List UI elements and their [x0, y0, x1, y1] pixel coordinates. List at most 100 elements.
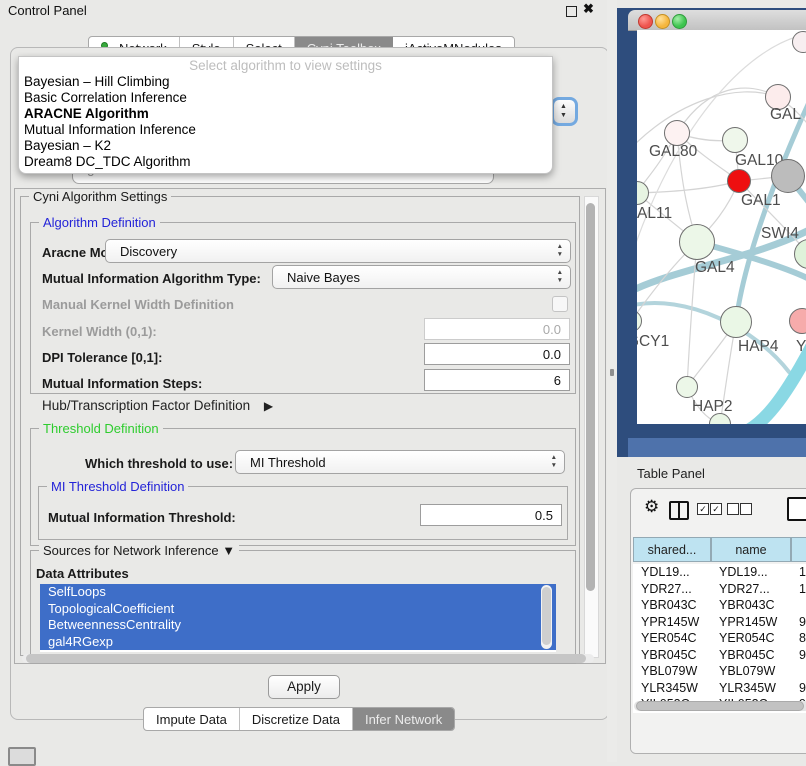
kernel-width-input[interactable] — [424, 318, 570, 340]
collapse-arrow-icon[interactable]: ▼ — [222, 543, 235, 558]
dropdown-item[interactable]: Basic Correlation Inference — [19, 90, 552, 106]
document-icon[interactable] — [787, 497, 806, 521]
table-cell[interactable]: YBL079W — [719, 663, 791, 680]
close-window-icon[interactable] — [638, 14, 653, 29]
table-cell[interactable]: YBR043C — [719, 597, 791, 614]
window-frame-bottom — [628, 438, 806, 457]
table-panel: Table Panel ⚙ ✓ ✓ shared...nameYDL19...Y… — [617, 457, 806, 762]
column-header[interactable]: name — [711, 537, 791, 562]
attribute-item-selected[interactable]: TopologicalCoefficient — [40, 601, 556, 618]
checked-checkbox-icon[interactable]: ✓ — [697, 503, 709, 515]
algorithm-combobox-stepper[interactable]: ▲ ▼ — [551, 97, 578, 126]
node-label: GAL11 — [637, 205, 672, 223]
table-row[interactable]: YBR045C YBR045C 9. — [633, 647, 806, 664]
table-footer — [631, 713, 806, 753]
table-cell[interactable]: YER054C — [719, 630, 791, 647]
network-node-gal1[interactable] — [727, 169, 751, 193]
attributes-scrollbar[interactable] — [541, 585, 552, 649]
dropdown-item[interactable]: Bayesian – K2 — [19, 138, 552, 154]
table-cell[interactable]: YBR043C — [641, 597, 711, 614]
mi-type-combobox[interactable]: Naive Bayes ▲▼ — [272, 265, 571, 289]
expand-arrow-icon[interactable]: ▶ — [264, 399, 273, 413]
table-cell[interactable]: YPR145W — [719, 614, 791, 631]
table-cell[interactable]: 13 — [799, 564, 806, 581]
unchecked-checkbox-icon[interactable] — [727, 503, 739, 515]
table-cell[interactable] — [799, 663, 806, 680]
network-node[interactable] — [771, 159, 805, 193]
apply-button[interactable]: Apply — [268, 675, 340, 699]
table-row[interactable]: YDR27... YDR27... 12 — [633, 581, 806, 598]
table-cell[interactable]: YDL19... — [719, 564, 791, 581]
float-panel-icon[interactable] — [566, 6, 577, 17]
table-cell[interactable]: 12 — [799, 581, 806, 598]
attribute-item-selected[interactable]: BetweennessCentrality — [40, 617, 556, 634]
table-cell[interactable]: YER054C — [641, 630, 711, 647]
minimize-window-icon[interactable] — [655, 14, 670, 29]
table-cell[interactable]: YPR145W — [641, 614, 711, 631]
dropdown-item[interactable]: Dream8 DC_TDC Algorithm — [19, 154, 552, 170]
tab-impute-data[interactable]: Impute Data — [144, 708, 240, 730]
mi-steps-input[interactable] — [424, 369, 570, 391]
table-cell[interactable]: 9. — [799, 680, 806, 697]
table-cell[interactable]: YDL19... — [641, 564, 711, 581]
network-node-hap4[interactable] — [720, 306, 752, 338]
table-cell[interactable]: YDR27... — [641, 581, 711, 598]
table-cell[interactable]: 9. — [799, 614, 806, 631]
attribute-item-selected[interactable]: SelfLoops — [40, 584, 556, 601]
network-edge — [677, 88, 778, 133]
tab-infer-network[interactable]: Infer Network — [353, 708, 454, 730]
table-cell[interactable]: YDR27... — [719, 581, 791, 598]
mi-threshold-label: Mutual Information Threshold: — [48, 510, 236, 525]
splitter-grip-icon — [610, 369, 614, 376]
table-cell[interactable]: 9. — [799, 647, 806, 664]
manual-kernel-checkbox[interactable] — [552, 296, 568, 312]
table-cell[interactable]: YBR045C — [719, 647, 791, 664]
table-cell[interactable]: 8. — [799, 630, 806, 647]
network-node-hap2[interactable] — [676, 376, 698, 398]
dpi-tolerance-input[interactable] — [424, 343, 570, 365]
columns-icon[interactable] — [669, 501, 689, 520]
aracne-mode-combobox[interactable]: Discovery ▲▼ — [105, 239, 571, 263]
close-panel-icon[interactable]: ✖ — [583, 1, 594, 17]
settings-vertical-scrollbar[interactable] — [584, 196, 599, 658]
tab-discretize-data[interactable]: Discretize Data — [240, 708, 353, 730]
attribute-item-selected[interactable]: gal4RGexp — [40, 634, 556, 651]
zoom-window-icon[interactable] — [672, 14, 687, 29]
gear-icon[interactable]: ⚙ — [644, 497, 659, 517]
table-row[interactable]: YDL19... YDL19... 13 — [633, 564, 806, 581]
mi-threshold-input[interactable] — [420, 504, 562, 526]
table-row[interactable]: YBL079W YBL079W — [633, 663, 806, 680]
table-row[interactable]: YER054C YER054C 8. — [633, 630, 806, 647]
column-header[interactable]: shared... — [633, 537, 711, 562]
node-label: GCY1 — [637, 333, 669, 351]
table-cell[interactable]: YLR345W — [719, 680, 791, 697]
dropdown-item[interactable]: Bayesian – Hill Climbing — [19, 74, 552, 90]
checked-checkbox-icon[interactable]: ✓ — [710, 503, 722, 515]
which-threshold-combobox[interactable]: MI Threshold ▲▼ — [235, 450, 565, 474]
table-horizontal-scrollbar[interactable] — [634, 701, 806, 711]
mi-type-label: Mutual Information Algorithm Type: — [42, 271, 261, 286]
panel-splitter[interactable] — [607, 0, 617, 762]
settings-horizontal-scrollbar[interactable] — [22, 654, 594, 663]
dropdown-item[interactable]: ARACNE Algorithm — [19, 106, 552, 122]
table-cell[interactable]: YBR045C — [641, 647, 711, 664]
hub-definition-expander[interactable]: Hub/Transcription Factor Definition ▶ — [42, 398, 273, 413]
node-label: HAP4 — [738, 338, 779, 356]
table-cell[interactable]: YBL079W — [641, 663, 711, 680]
network-window-titlebar[interactable] — [628, 10, 806, 31]
node-label: Y — [796, 338, 806, 356]
network-node-gal10[interactable] — [722, 127, 748, 153]
algorithm-dropdown-popup: Select algorithm to view settings Bayesi… — [18, 56, 553, 174]
dropdown-item[interactable]: Mutual Information Inference — [19, 122, 552, 138]
table-cell[interactable] — [799, 597, 806, 614]
column-header[interactable] — [791, 537, 806, 562]
table-row[interactable]: YPR145W YPR145W 9. — [633, 614, 806, 631]
network-node-gal4[interactable] — [679, 224, 715, 260]
table-row[interactable]: YBR043C YBR043C — [633, 597, 806, 614]
table-cell[interactable]: YLR345W — [641, 680, 711, 697]
collapsed-panel-icon[interactable] — [8, 747, 36, 766]
unchecked-checkbox-icon[interactable] — [740, 503, 752, 515]
network-canvas[interactable]: GALGAL80GAL10GAL1GAL11GAL4SWI4GCY1HAP4YH… — [637, 30, 806, 424]
table-row[interactable]: YLR345W YLR345W 9. — [633, 680, 806, 697]
cyni-algorithm-settings-title: Cyni Algorithm Settings — [29, 189, 171, 204]
